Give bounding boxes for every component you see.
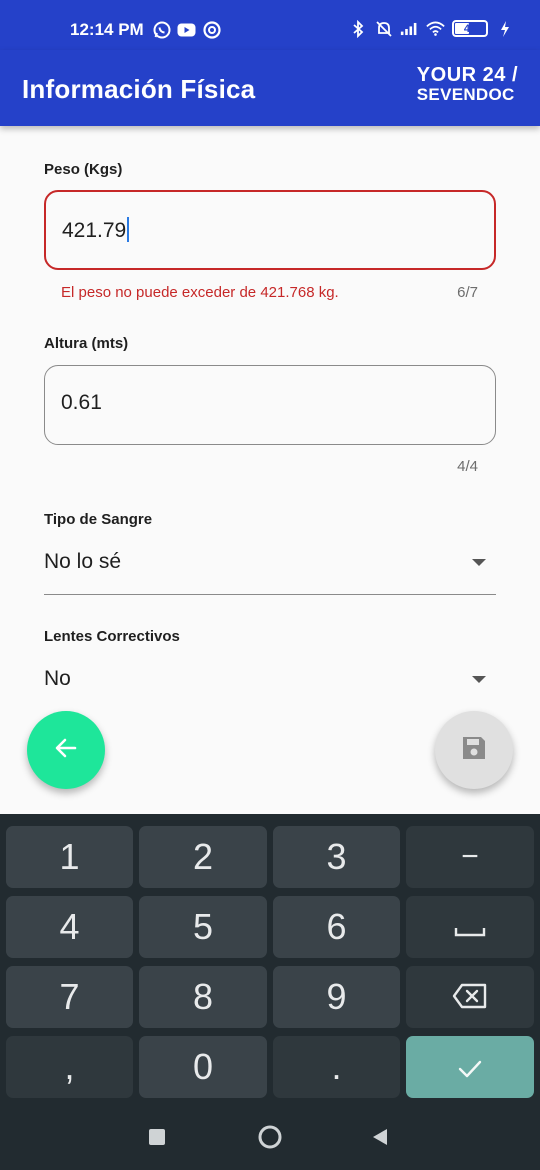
circle-icon (257, 1124, 283, 1155)
key-3[interactable]: 3 (273, 826, 400, 888)
altura-counter: 4/4 (457, 458, 478, 475)
youtube-icon (177, 20, 196, 39)
alarm-off-icon (374, 19, 393, 38)
check-icon (457, 1046, 483, 1088)
dropdown-arrow-icon (472, 676, 486, 683)
save-icon (460, 734, 488, 767)
key-comma[interactable]: , (6, 1036, 133, 1098)
space-key[interactable] (406, 896, 534, 958)
key-5[interactable]: 5 (139, 896, 267, 958)
brand-logo: YOUR 24 / SEVENDOC (417, 65, 518, 105)
status-bar: 12:14 PM 45 (0, 0, 540, 50)
tipo-sangre-label: Tipo de Sangre (44, 511, 153, 528)
dropdown-arrow-icon (472, 559, 486, 566)
backspace-icon (452, 976, 488, 1018)
whatsapp-icon (152, 20, 171, 39)
form-scroll-area[interactable]: Peso (Kgs) 421.79 El peso no puede exced… (0, 126, 540, 686)
triangle-back-icon (370, 1127, 390, 1152)
system-nav-bar (0, 1108, 540, 1170)
peso-error: El peso no puede exceder de 421.768 kg. (61, 284, 339, 301)
back-nav-button[interactable] (367, 1126, 393, 1152)
charging-icon (495, 19, 514, 38)
peso-value: 421.79 (62, 219, 127, 242)
data-saver-icon (202, 20, 221, 39)
text-cursor (127, 217, 130, 242)
altura-input[interactable]: 0.61 (44, 365, 496, 445)
backspace-key[interactable] (406, 966, 534, 1028)
signal-icon (400, 19, 419, 38)
key-period[interactable]: . (273, 1036, 400, 1098)
lentes-value: No (44, 667, 71, 686)
key-6[interactable]: 6 (273, 896, 400, 958)
key-9[interactable]: 9 (273, 966, 400, 1028)
altura-value: 0.61 (61, 391, 102, 414)
arrow-back-icon (53, 735, 79, 766)
key-1[interactable]: 1 (6, 826, 133, 888)
done-key[interactable] (406, 1036, 534, 1098)
lentes-label: Lentes Correctivos (44, 628, 180, 645)
key-8[interactable]: 8 (139, 966, 267, 1028)
peso-counter: 6/7 (457, 284, 478, 301)
logo-line-1: YOUR 24 / (416, 64, 518, 86)
status-time: 12:14 PM (70, 20, 144, 39)
recents-button[interactable] (144, 1126, 170, 1152)
tipo-sangre-dropdown[interactable]: No lo sé (44, 539, 496, 595)
key-0[interactable]: 0 (139, 1036, 267, 1098)
altura-label: Altura (mts) (44, 335, 129, 352)
save-button[interactable] (435, 711, 513, 789)
home-button[interactable] (257, 1124, 283, 1155)
logo-line-2: SEVENDOC (416, 85, 515, 104)
bluetooth-icon (348, 19, 367, 38)
peso-input[interactable]: 421.79 (44, 190, 496, 270)
battery-level: 45 (463, 22, 477, 35)
key-2[interactable]: 2 (139, 826, 267, 888)
key-7[interactable]: 7 (6, 966, 133, 1028)
wifi-icon (426, 19, 445, 38)
key-minus[interactable]: − (406, 826, 534, 888)
peso-label: Peso (Kgs) (44, 161, 123, 178)
lentes-dropdown[interactable]: No (44, 656, 496, 686)
back-button[interactable] (27, 711, 105, 789)
space-icon (454, 906, 486, 948)
key-4[interactable]: 4 (6, 896, 133, 958)
square-icon (148, 1128, 166, 1151)
page-title: Información Física (22, 74, 256, 104)
battery-icon: 45 (452, 20, 488, 37)
app-bar: Información Física YOUR 24 / SEVENDOC (0, 50, 540, 126)
tipo-sangre-value: No lo sé (44, 550, 122, 573)
